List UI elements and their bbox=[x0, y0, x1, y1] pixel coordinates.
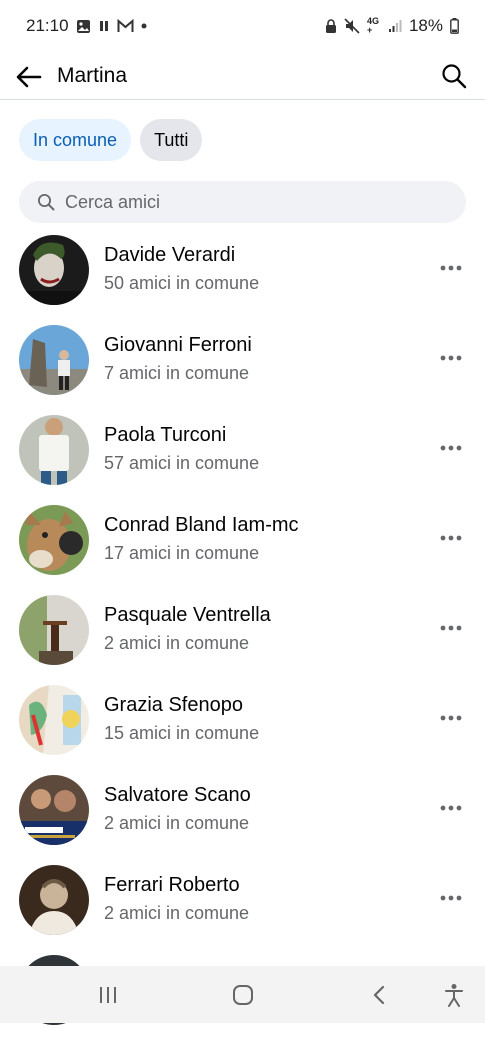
mute-icon bbox=[344, 18, 360, 34]
avatar[interactable] bbox=[19, 865, 89, 935]
friend-name[interactable]: Giovanni Ferroni bbox=[104, 334, 252, 357]
recent-apps-icon bbox=[100, 987, 116, 1003]
more-options-button[interactable] bbox=[439, 436, 463, 460]
back-icon bbox=[373, 985, 385, 1005]
app-header: Martina bbox=[0, 52, 485, 100]
more-dots-icon bbox=[440, 355, 462, 361]
mutual-friends-count: 2 amici in comune bbox=[104, 813, 250, 833]
friend-name[interactable]: Ferrari Roberto bbox=[104, 874, 240, 897]
friend-row[interactable]: Paola Turconi 57 amici in comune bbox=[0, 414, 485, 504]
more-dots-icon bbox=[440, 265, 462, 271]
status-bar-right: 4G+ 18% bbox=[325, 16, 459, 36]
more-dots-icon bbox=[440, 535, 462, 541]
avatar[interactable] bbox=[19, 415, 89, 485]
back-nav-button[interactable] bbox=[364, 980, 394, 1010]
avatar[interactable] bbox=[19, 595, 89, 665]
mutual-friends-count: 2 amici in comune bbox=[104, 633, 250, 653]
mutual-friends-count: 7 amici in comune bbox=[104, 363, 250, 383]
friend-row[interactable]: Salvatore Scano 2 amici in comune bbox=[0, 774, 485, 864]
more-dots-icon bbox=[440, 445, 462, 451]
mutual-friends-count: 15 amici in comune bbox=[104, 723, 260, 743]
friend-name[interactable]: Grazia Sfenopo bbox=[104, 694, 243, 717]
accessibility-button[interactable] bbox=[439, 980, 469, 1010]
arrow-left-icon bbox=[16, 66, 42, 88]
friend-row[interactable]: Conrad Bland Iam-mc 17 amici in comune bbox=[0, 504, 485, 594]
home-button[interactable] bbox=[228, 980, 258, 1010]
page-title: Martina bbox=[57, 64, 128, 87]
more-options-button[interactable] bbox=[439, 796, 463, 820]
avatar[interactable] bbox=[19, 685, 89, 755]
search-icon bbox=[442, 64, 467, 89]
mutual-friends-count: 2 amici in comune bbox=[104, 903, 250, 923]
filter-tabs: In comune Tutti bbox=[19, 119, 203, 161]
friend-name[interactable]: Paola Turconi bbox=[104, 424, 226, 447]
system-nav-bar bbox=[0, 966, 485, 1023]
more-options-button[interactable] bbox=[439, 616, 463, 640]
more-dots-icon bbox=[440, 805, 462, 811]
lock-icon bbox=[325, 18, 337, 34]
avatar[interactable] bbox=[19, 325, 89, 395]
status-time: 21:10 bbox=[26, 16, 69, 35]
more-dots-icon bbox=[440, 715, 462, 721]
friend-name[interactable]: Conrad Bland Iam-mc bbox=[104, 514, 299, 537]
photo-icon bbox=[76, 19, 91, 34]
home-icon bbox=[233, 985, 253, 1005]
battery-percent: 18% bbox=[408, 16, 443, 35]
search-button[interactable] bbox=[439, 61, 469, 91]
accessibility-icon bbox=[445, 984, 463, 1007]
avatar[interactable] bbox=[19, 775, 89, 845]
mutual-friends-count: 17 amici in comune bbox=[104, 543, 260, 563]
more-options-button[interactable] bbox=[439, 256, 463, 280]
friend-row[interactable]: Ferrari Roberto 2 amici in comune bbox=[0, 864, 485, 954]
network-type: 4G+ bbox=[366, 16, 379, 35]
friend-row[interactable]: Grazia Sfenopo 15 amici in comune bbox=[0, 684, 485, 774]
gmail-icon bbox=[117, 19, 134, 33]
back-button[interactable] bbox=[14, 62, 44, 92]
more-dots-icon bbox=[440, 895, 462, 901]
friend-list: Davide Verardi 50 amici in comune Giovan… bbox=[0, 234, 485, 1044]
status-bar: 21:10 4G+ 18% bbox=[0, 0, 485, 52]
battery-icon bbox=[450, 18, 459, 34]
more-options-button[interactable] bbox=[439, 346, 463, 370]
friend-name[interactable]: Davide Verardi bbox=[104, 244, 235, 267]
mutual-friends-count: 50 amici in comune bbox=[104, 273, 260, 293]
tab-tutti[interactable]: Tutti bbox=[140, 119, 203, 161]
friend-name[interactable]: Salvatore Scano bbox=[104, 784, 251, 807]
more-dots-icon bbox=[440, 625, 462, 631]
more-options-button[interactable] bbox=[439, 886, 463, 910]
search-field[interactable] bbox=[19, 181, 466, 223]
tab-in-comune[interactable]: In comune bbox=[19, 119, 132, 161]
friend-name[interactable]: Pasquale Ventrella bbox=[104, 604, 271, 627]
avatar[interactable] bbox=[19, 235, 89, 305]
friend-row[interactable]: Pasquale Ventrella 2 amici in comune bbox=[0, 594, 485, 684]
recent-apps-button[interactable] bbox=[93, 980, 123, 1010]
dot-icon bbox=[141, 23, 147, 29]
pause-icon bbox=[98, 20, 110, 32]
search-input[interactable] bbox=[63, 190, 447, 214]
status-bar-left: 21:10 bbox=[26, 16, 147, 36]
friend-row[interactable]: Giovanni Ferroni 7 amici in comune bbox=[0, 324, 485, 414]
more-options-button[interactable] bbox=[439, 706, 463, 730]
more-options-button[interactable] bbox=[439, 526, 463, 550]
search-icon bbox=[38, 194, 55, 211]
signal-icon bbox=[388, 19, 402, 33]
mutual-friends-count: 57 amici in comune bbox=[104, 453, 260, 473]
friend-row[interactable]: Davide Verardi 50 amici in comune bbox=[0, 234, 485, 324]
avatar[interactable] bbox=[19, 505, 89, 575]
